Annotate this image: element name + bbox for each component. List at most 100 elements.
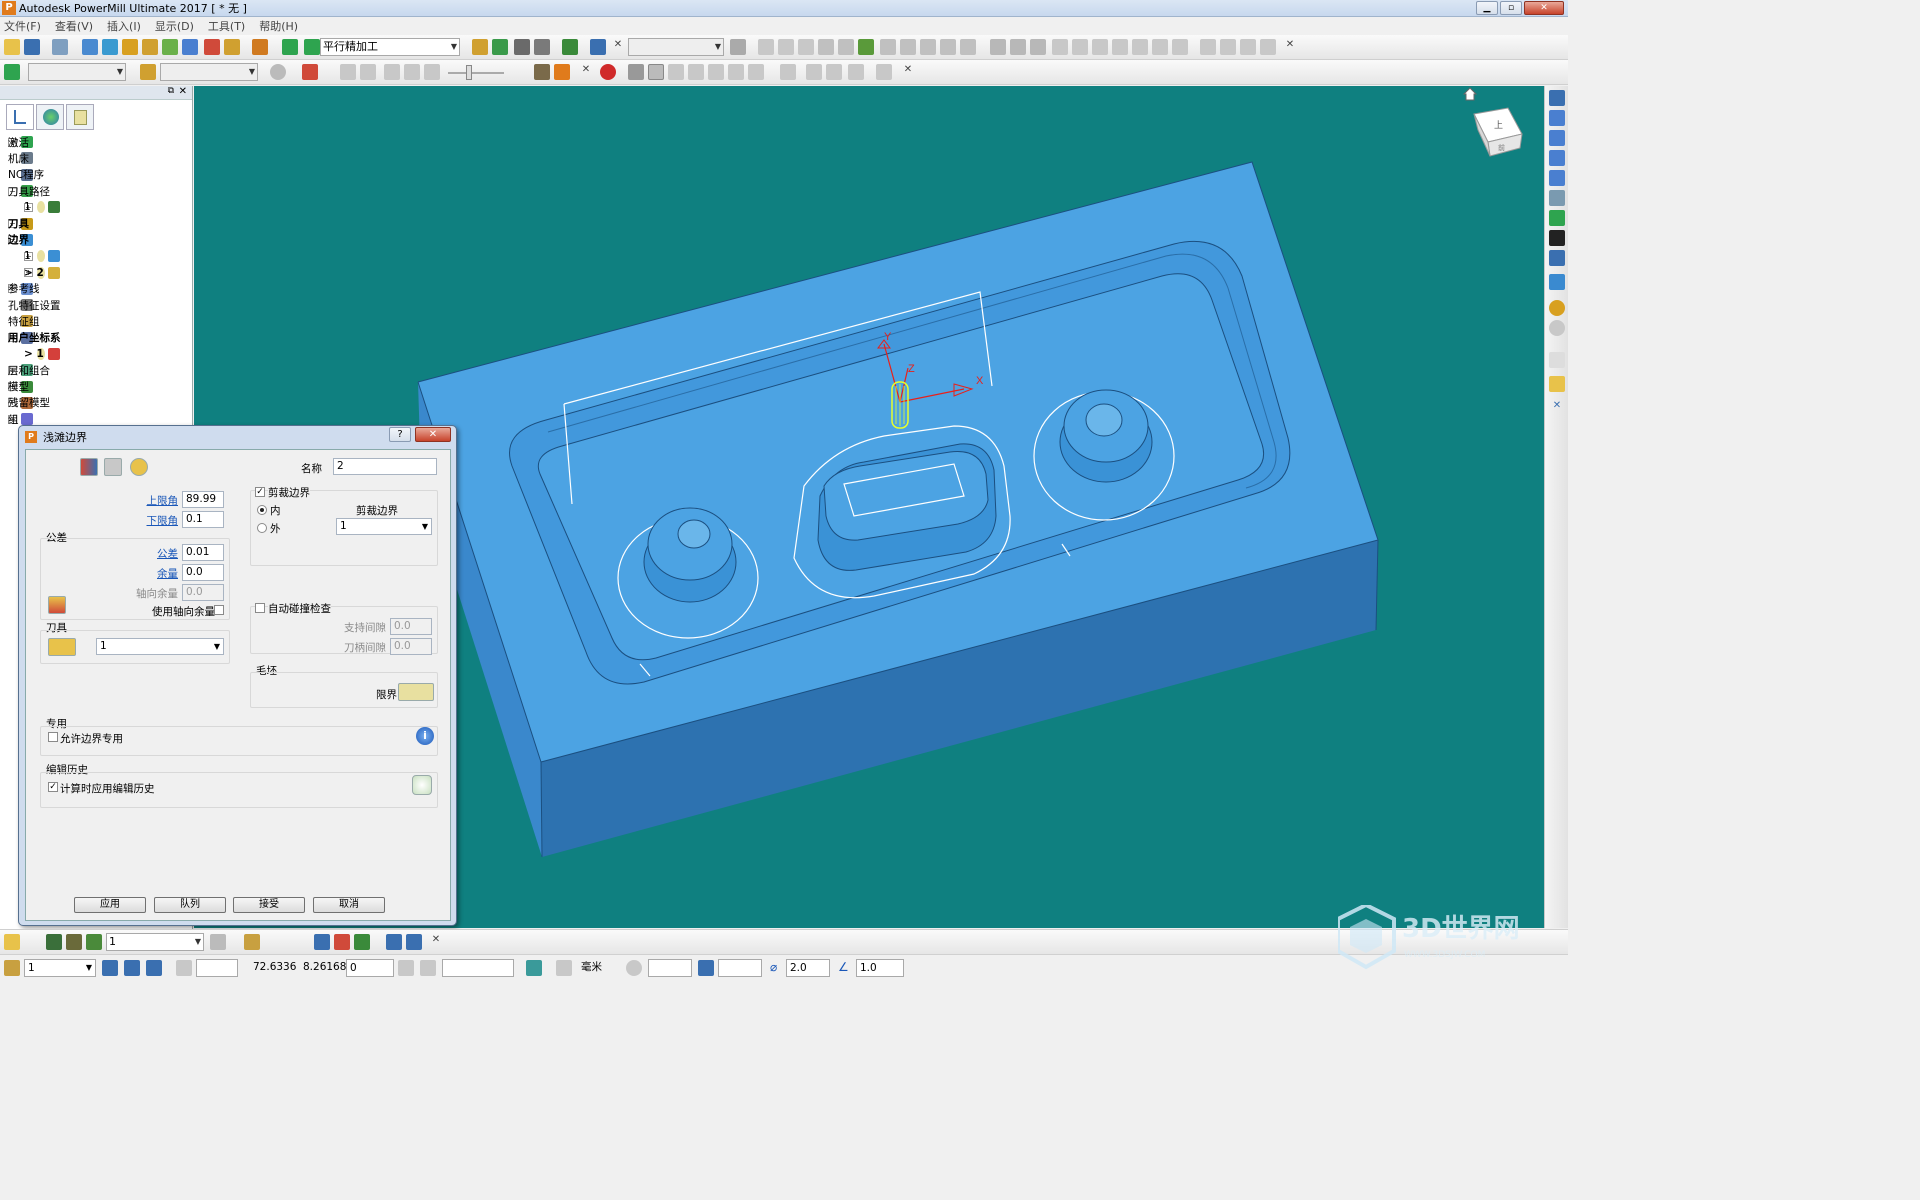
stock-icon[interactable]	[708, 64, 724, 80]
rainbow-icon[interactable]	[648, 64, 664, 80]
view-left-icon[interactable]	[1030, 39, 1046, 55]
restore-icon[interactable]	[826, 64, 842, 80]
help-button[interactable]: ?	[389, 427, 411, 442]
tool-select-icon[interactable]	[140, 64, 156, 80]
tree-node[interactable]: +1	[0, 199, 186, 215]
fast-forward-icon[interactable]	[424, 64, 440, 80]
rotate-icon[interactable]	[1260, 39, 1276, 55]
load-boundary-icon[interactable]	[80, 458, 98, 476]
tolerance-label[interactable]: 公差	[126, 546, 178, 561]
tool-axis-icon[interactable]	[698, 960, 714, 976]
iso1-icon[interactable]	[1112, 39, 1128, 55]
tool-type-icon[interactable]	[4, 934, 20, 950]
status-tool-axis-field[interactable]	[718, 959, 762, 977]
close-toolbar-icon[interactable]: ✕	[900, 64, 916, 80]
step-forward-icon[interactable]	[404, 64, 420, 80]
tool-type-icon[interactable]	[48, 638, 76, 656]
limit-icon[interactable]	[900, 39, 916, 55]
tool-select[interactable]: 1 ▼	[96, 638, 224, 655]
shank-clearance-field[interactable]: 0.0	[390, 638, 432, 655]
name-field[interactable]: 2	[333, 458, 437, 475]
zoom-icon[interactable]	[1549, 190, 1565, 206]
queue-button[interactable]: 队列	[154, 897, 226, 913]
view-top-icon[interactable]	[1549, 110, 1565, 126]
ruler-icon[interactable]	[556, 960, 572, 976]
apply-button[interactable]: 应用	[74, 897, 146, 913]
tolerance-field[interactable]: 2.0	[786, 959, 830, 977]
fit-icon[interactable]	[1549, 230, 1565, 246]
strategy-combo[interactable]: 平行精加工 ▼	[320, 38, 460, 56]
view-bottom-icon[interactable]	[1010, 39, 1026, 55]
material-icon[interactable]	[1549, 300, 1565, 316]
view-back-icon[interactable]	[1092, 39, 1108, 55]
holder-clearance-field[interactable]: 0.0	[390, 618, 432, 635]
maximize-button[interactable]: ▫	[1500, 1, 1522, 15]
tool-icon[interactable]	[142, 39, 158, 55]
menu-file[interactable]: 文件(F)	[4, 18, 41, 34]
view-isometric-icon[interactable]	[1549, 90, 1565, 106]
play-icon[interactable]	[384, 64, 400, 80]
tree-node[interactable]: − 边界	[0, 232, 186, 248]
shaded-icon[interactable]	[628, 64, 644, 80]
toolpath-combo[interactable]: ▼	[28, 63, 126, 81]
block-icon[interactable]	[82, 39, 98, 55]
limit-select-icon[interactable]	[398, 683, 434, 701]
menu-view[interactable]: 查看(V)	[55, 18, 93, 34]
gouge-check-icon[interactable]	[818, 39, 834, 55]
iso3-icon[interactable]	[1152, 39, 1168, 55]
inside-radio[interactable]	[257, 505, 267, 515]
tree-node[interactable]: − 用户坐标系	[0, 330, 186, 346]
view-right-icon[interactable]	[1052, 39, 1068, 55]
thickness-field[interactable]: 0.0	[182, 564, 224, 581]
dialog-close-button[interactable]: ✕	[415, 427, 451, 442]
close-panel-icon[interactable]: ✕	[179, 86, 187, 97]
upper-angle-label[interactable]: 上限角	[126, 493, 179, 508]
cutting-icon[interactable]	[668, 64, 684, 80]
tool-edit-icon[interactable]	[66, 934, 82, 950]
rewind-icon[interactable]	[340, 64, 356, 80]
view-icon[interactable]	[590, 39, 606, 55]
units-icon[interactable]	[526, 960, 542, 976]
rapid-move-icon[interactable]	[102, 39, 118, 55]
tool-combo[interactable]: ▼	[160, 63, 258, 81]
toolpath-icon[interactable]	[4, 64, 20, 80]
accept-button[interactable]: 接受	[233, 897, 305, 913]
upper-angle-field[interactable]: 89.99	[182, 491, 224, 508]
iso2-icon[interactable]	[1132, 39, 1148, 55]
view-front-icon[interactable]	[1072, 39, 1088, 55]
tree-node[interactable]: + 模型	[0, 378, 186, 394]
tree-node[interactable]: NC程序	[0, 167, 186, 183]
material-icon[interactable]	[688, 64, 704, 80]
clipboard-icon[interactable]	[398, 960, 414, 976]
plunge-icon[interactable]	[778, 39, 794, 55]
view-side-icon[interactable]	[1549, 150, 1565, 166]
leads-icon[interactable]	[798, 39, 814, 55]
tree-node[interactable]: + 参考线	[0, 281, 186, 297]
tree-node[interactable]: + 层和组合	[0, 362, 186, 378]
cube-icon[interactable]	[102, 960, 118, 976]
model-select-icon[interactable]	[130, 458, 148, 476]
home-icon[interactable]	[1462, 87, 1478, 101]
speed-slider[interactable]	[448, 72, 504, 74]
history-clock-icon[interactable]	[412, 775, 432, 795]
workplane-pick-icon[interactable]	[354, 934, 370, 950]
axial-thickness-field[interactable]: 0.0	[182, 584, 224, 601]
use-axial-checkbox[interactable]	[214, 605, 224, 615]
select-mode-icon[interactable]	[1549, 376, 1565, 392]
step-field[interactable]: 1.0	[856, 959, 904, 977]
tab-recycle[interactable]	[66, 104, 94, 130]
feeds-speeds-icon[interactable]	[122, 39, 138, 55]
snap-icon[interactable]	[420, 960, 436, 976]
workplane-icon[interactable]	[104, 458, 122, 476]
view-top-icon[interactable]	[990, 39, 1006, 55]
edit-icon[interactable]	[858, 39, 874, 55]
menu-display[interactable]: 显示(D)	[155, 18, 194, 34]
pan-icon[interactable]	[1240, 39, 1256, 55]
auto-collision-checkbox[interactable]	[255, 603, 265, 613]
refresh-icon[interactable]	[748, 64, 764, 80]
tree-node[interactable]: 机床	[0, 150, 186, 166]
allow-private-checkbox[interactable]	[48, 732, 58, 742]
shaded-model-icon[interactable]	[1549, 274, 1565, 290]
open-icon[interactable]	[4, 39, 20, 55]
measure-icon[interactable]	[534, 39, 550, 55]
